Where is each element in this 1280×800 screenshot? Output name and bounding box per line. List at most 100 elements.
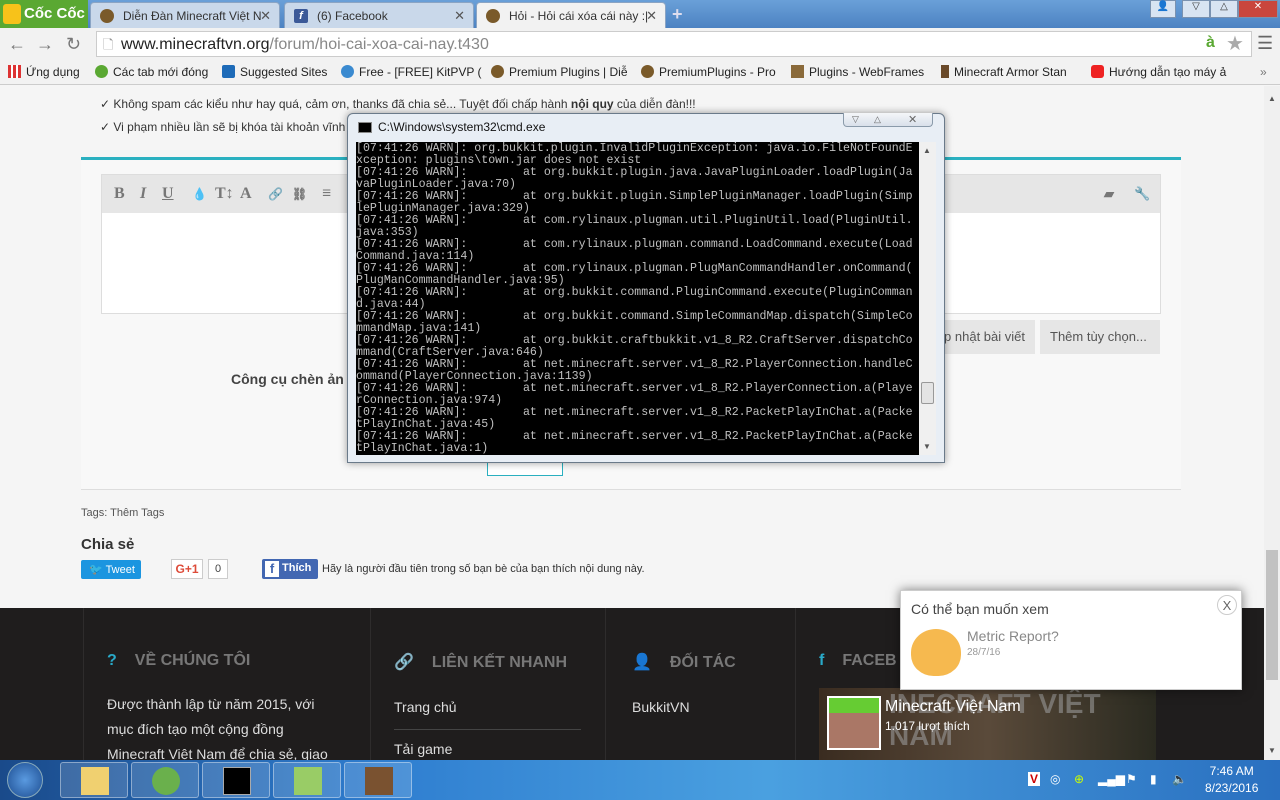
start-button[interactable] — [7, 762, 43, 798]
more-bookmarks-button[interactable]: » — [1260, 65, 1267, 79]
network-icon[interactable]: ▂▄▆ — [1098, 772, 1125, 786]
volume-icon[interactable]: 🔈 — [1172, 772, 1187, 786]
close-window-button[interactable]: ✕ — [1238, 0, 1278, 18]
bold-icon[interactable]: B — [114, 185, 125, 203]
cmd-maximize-icon[interactable]: △ — [874, 114, 881, 125]
bookmarks-bar: Ứng dụng Các tab mới đóng Suggested Site… — [0, 60, 1280, 85]
popup-close-button[interactable]: X — [1217, 595, 1237, 615]
minimize-button[interactable]: ▽ — [1182, 0, 1210, 18]
eraser-icon[interactable]: ▰ — [1104, 186, 1114, 202]
history-icon — [95, 65, 108, 78]
underline-icon[interactable]: U — [162, 185, 174, 203]
cmd-close-icon[interactable]: ✕ — [908, 113, 917, 126]
coccoc-logo[interactable]: Cốc Cốc — [0, 0, 88, 28]
fb-page-name[interactable]: Minecraft Việt Nam — [885, 698, 1021, 716]
new-tab-button[interactable]: + — [672, 4, 696, 24]
windows-taskbar: V ◎ ⊕ ▂▄▆ ⚑ ▮ 🔈 7:46 AM 8/23/2016 — [0, 760, 1280, 800]
scroll-down-icon[interactable]: ▼ — [1268, 746, 1276, 755]
minecraft-page-logo — [827, 696, 881, 750]
bookmark-suggested[interactable]: Suggested Sites — [222, 65, 327, 79]
bookmark-premium-plugins[interactable]: Premium Plugins | Diễ — [491, 65, 628, 79]
scroll-down-icon[interactable]: ▼ — [923, 442, 931, 451]
taskbar-notepadpp[interactable] — [273, 762, 341, 798]
bookmark-premiumplugins[interactable]: PremiumPlugins - Pro — [641, 65, 776, 79]
facebook-icon: f — [819, 652, 825, 669]
bookmark-star-icon[interactable]: ★ — [1226, 31, 1244, 56]
scrollbar-thumb[interactable] — [1266, 550, 1278, 680]
back-icon[interactable]: ← — [8, 34, 26, 55]
cmd-window[interactable]: C:\Windows\system32\cmd.exe ▽ △ ✕ [07:41… — [347, 113, 945, 463]
tray-v-icon[interactable]: V — [1028, 772, 1041, 786]
user-button[interactable]: 👤 — [1150, 0, 1176, 18]
maximize-button[interactable]: △ — [1210, 0, 1238, 18]
taskbar-coccoc[interactable] — [131, 762, 199, 798]
close-tab-icon[interactable]: ✕ — [260, 8, 271, 24]
url-input[interactable]: 🗋 www.minecraftvn.org/forum/hoi-cai-xoa-c… — [96, 31, 1252, 57]
minecraft-favicon — [641, 65, 654, 78]
font-size-icon[interactable]: T↕ — [215, 185, 234, 203]
facebook-like-button[interactable]: f Thích — [262, 559, 318, 579]
console-output[interactable]: [07:41:26 WARN]: org.bukkit.plugin.Inval… — [356, 142, 919, 455]
menu-icon[interactable]: ☰ — [1257, 33, 1273, 54]
tab-minecraft-forum[interactable]: Diễn Đàn Minecraft Việt N ✕ — [90, 2, 280, 28]
cat-avatar — [911, 629, 961, 676]
address-bar-row: ← → ↻ 🗋 www.minecraftvn.org/forum/hoi-cai… — [0, 28, 1280, 60]
partner-bukkitvn[interactable]: BukkitVN — [632, 699, 690, 715]
footer-divider — [83, 608, 84, 760]
font-icon[interactable]: A — [240, 185, 252, 203]
rule-line-1: ✓ Không spam các kiểu như hay quá, cảm ơ… — [100, 97, 696, 111]
taskbar-explorer[interactable] — [60, 762, 128, 798]
tab-strip: Cốc Cốc Diễn Đàn Minecraft Việt N ✕ f (6) … — [0, 0, 1280, 28]
user-icon: 👤 — [632, 654, 652, 671]
close-tab-icon[interactable]: ✕ — [646, 8, 657, 24]
more-options-button[interactable]: Thêm tùy chọn... — [1040, 320, 1160, 354]
facebook-like-text: Hãy là người đầu tiên trong số bạn bè củ… — [322, 563, 645, 575]
bookmark-armor-stand[interactable]: Minecraft Armor Stan — [941, 65, 1067, 79]
bookmark-recent-tabs[interactable]: Các tab mới đóng — [95, 65, 208, 79]
footer-link-download[interactable]: Tải game — [394, 741, 452, 757]
tab-facebook[interactable]: f (6) Facebook ✕ — [284, 2, 474, 28]
coccoc-icon — [152, 767, 180, 795]
bookmark-youtube[interactable]: Hướng dẫn tạo máy ả — [1091, 65, 1226, 79]
italic-icon[interactable]: I — [140, 185, 146, 203]
power-icon[interactable]: ▮ — [1150, 772, 1157, 786]
suggested-thread-title[interactable]: Metric Report? — [967, 628, 1059, 644]
add-tags-link[interactable]: Thêm Tags — [110, 507, 164, 519]
facebook-page-widget[interactable]: INECRAFT VIỆT NAM Minecraft Việt Nam 1.0… — [819, 688, 1156, 760]
console-scrollbar[interactable]: ▲ ▼ — [919, 142, 936, 455]
minecraft-favicon — [486, 9, 500, 23]
footer-divider — [370, 608, 371, 760]
scroll-up-icon[interactable]: ▲ — [923, 146, 931, 155]
action-center-icon[interactable]: ⚑ — [1126, 772, 1137, 786]
unlink-icon[interactable]: ⛓ — [292, 187, 307, 202]
forward-icon[interactable]: → — [36, 34, 54, 55]
bookmark-kitpvp[interactable]: Free - [FREE] KitPVP ( — [341, 65, 481, 79]
fb-page-likes: 1.017 lượt thích — [885, 719, 970, 733]
taskbar-cmd[interactable] — [202, 762, 270, 798]
bing-icon — [222, 65, 235, 78]
tweet-button[interactable]: 🐦 Tweet — [81, 560, 141, 579]
scroll-up-icon[interactable]: ▲ — [1268, 94, 1276, 103]
cmd-title: C:\Windows\system32\cmd.exe — [378, 120, 546, 134]
bookmark-webframes[interactable]: Plugins - WebFrames — [791, 65, 924, 79]
console-scroll-thumb[interactable] — [921, 382, 934, 404]
bookmark-apps[interactable]: Ứng dụng — [8, 65, 80, 79]
cmd-icon — [358, 122, 372, 133]
coccoc-dictionary-icon[interactable]: à — [1206, 34, 1215, 52]
wrench-icon[interactable]: 🔧 — [1134, 186, 1150, 202]
close-tab-icon[interactable]: ✕ — [454, 8, 465, 24]
tray-app-icon[interactable]: ◎ — [1050, 772, 1060, 786]
reload-icon[interactable]: ↻ — [66, 34, 81, 55]
link-icon[interactable]: 🔗 — [268, 187, 283, 202]
cmd-minimize-icon[interactable]: ▽ — [852, 114, 859, 125]
page-scrollbar[interactable]: ▲ ▼ — [1264, 86, 1280, 760]
text-color-icon[interactable]: 💧 — [192, 187, 207, 202]
rules-link[interactable]: nội quy — [571, 97, 614, 111]
system-clock[interactable]: 7:46 AM 8/23/2016 — [1205, 763, 1258, 797]
taskbar-minecraft[interactable] — [344, 762, 412, 798]
footer-link-home[interactable]: Trang chủ — [394, 699, 457, 715]
google-plus-button[interactable]: G+1 — [171, 559, 203, 579]
align-icon[interactable]: ≡ — [322, 185, 331, 203]
tab-active-question[interactable]: Hỏi - Hỏi cái xóa cái này :| ✕ — [476, 2, 666, 28]
tray-plus-icon[interactable]: ⊕ — [1074, 772, 1084, 786]
